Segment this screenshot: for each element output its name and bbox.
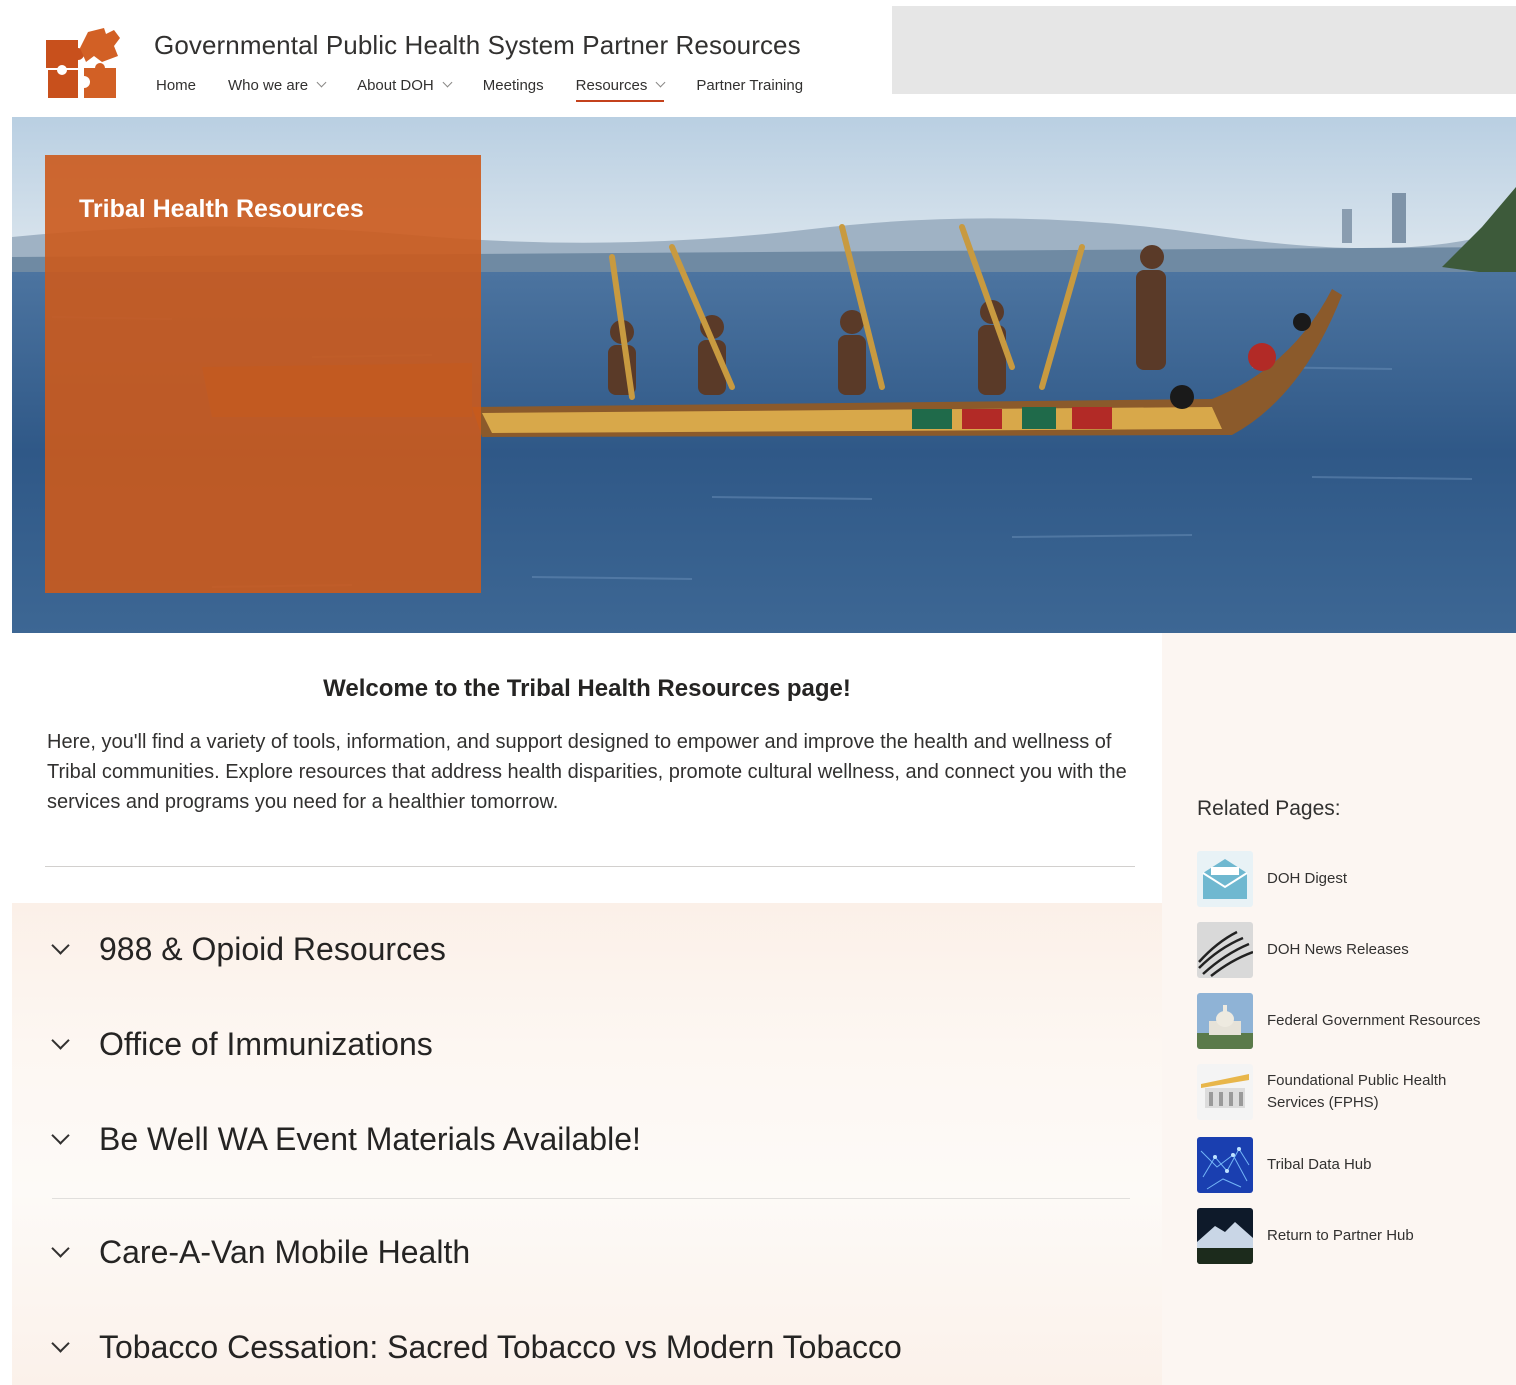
welcome-heading: Welcome to the Tribal Health Resources p… xyxy=(323,675,851,702)
related-link-return-to-partner-hub[interactable]: Return to Partner Hub xyxy=(1197,1208,1507,1264)
nav-item-meetings[interactable]: Meetings xyxy=(483,72,544,98)
related-link-doh-digest[interactable]: DOH Digest xyxy=(1197,851,1507,907)
nav-label: Meetings xyxy=(482,76,544,94)
fphs-building-thumbnail xyxy=(1197,1064,1253,1120)
hero-title-card: Tribal Health Resources xyxy=(45,155,481,593)
related-link-label: Return to Partner Hub xyxy=(1267,1227,1414,1244)
envelope-thumbnail xyxy=(1197,851,1253,907)
accordion-office-of-immunizations[interactable]: Office of Immunizations xyxy=(48,1026,433,1063)
nav-item-home[interactable]: Home xyxy=(156,72,196,98)
header-blank-area xyxy=(892,6,1516,94)
related-link-label: Foundational Public Health Services (FPH… xyxy=(1267,1072,1447,1111)
accordion-label: Be Well WA Event Materials Available! xyxy=(99,1121,641,1157)
nav-label: About DOH xyxy=(357,76,434,94)
nav-label: Home xyxy=(156,76,197,94)
nav-item-resources[interactable]: Resources xyxy=(575,72,666,102)
accordion-label: Care-A-Van Mobile Health xyxy=(99,1234,471,1270)
data-network-thumbnail xyxy=(1197,1137,1253,1193)
nav-label: Partner Training xyxy=(696,76,804,94)
nav-item-about-doh[interactable]: About DOH xyxy=(357,72,453,98)
site-header: Governmental Public Health System Partne… xyxy=(0,0,1516,108)
related-pages-panel: Related Pages: DOH Digest DOH News Relea… xyxy=(1162,633,1516,1385)
nav-item-who-we-are[interactable]: Who we are xyxy=(228,72,327,98)
related-link-label: Federal Government Resources xyxy=(1267,1012,1481,1029)
accordion-tobacco-cessation[interactable]: Tobacco Cessation: Sacred Tobacco vs Mod… xyxy=(48,1329,902,1366)
page-title: Tribal Health Resources xyxy=(79,195,364,223)
related-link-fphs[interactable]: Foundational Public Health Services (FPH… xyxy=(1197,1064,1507,1120)
chevron-down-icon xyxy=(316,77,327,88)
nav-label: Resources xyxy=(575,76,648,94)
related-link-label: DOH Digest xyxy=(1267,870,1348,887)
site-title[interactable]: Governmental Public Health System Partne… xyxy=(154,30,801,61)
chevron-down-icon xyxy=(442,77,453,88)
nav-label: Who we are xyxy=(228,76,309,94)
capitol-thumbnail xyxy=(1197,993,1253,1049)
hero-banner: Tribal Health Resources xyxy=(12,117,1516,633)
main-content: Welcome to the Tribal Health Resources p… xyxy=(12,633,1162,1385)
divider xyxy=(45,866,1135,867)
chevron-down-icon xyxy=(655,77,666,88)
accordion-988-opioid-resources[interactable]: 988 & Opioid Resources xyxy=(48,931,446,968)
divider xyxy=(52,1198,1130,1199)
chevron-down-icon xyxy=(51,1031,70,1050)
chevron-down-icon xyxy=(51,936,70,955)
accordion-label: 988 & Opioid Resources xyxy=(99,931,446,967)
accordion-label: Office of Immunizations xyxy=(99,1026,433,1062)
top-navigation: Home Who we are About DOH Meetings Resou… xyxy=(156,72,835,102)
accordion-be-well-wa[interactable]: Be Well WA Event Materials Available! xyxy=(48,1121,641,1158)
related-link-label: DOH News Releases xyxy=(1267,941,1409,958)
mountain-thumbnail xyxy=(1197,1208,1253,1264)
newspaper-thumbnail xyxy=(1197,922,1253,978)
nav-item-partner-training[interactable]: Partner Training xyxy=(696,72,803,98)
chevron-down-icon xyxy=(51,1126,70,1145)
accordion-care-a-van[interactable]: Care-A-Van Mobile Health xyxy=(48,1234,470,1271)
related-pages-title: Related Pages: xyxy=(1197,797,1341,820)
chevron-down-icon xyxy=(51,1239,70,1258)
intro-paragraph: Here, you'll find a variety of tools, in… xyxy=(47,731,1127,813)
puzzle-pieces-icon[interactable] xyxy=(44,26,122,100)
chevron-down-icon xyxy=(51,1334,70,1353)
related-link-label: Tribal Data Hub xyxy=(1267,1156,1372,1173)
related-link-tribal-data-hub[interactable]: Tribal Data Hub xyxy=(1197,1137,1507,1193)
related-link-federal-government-resources[interactable]: Federal Government Resources xyxy=(1197,993,1507,1049)
related-link-doh-news-releases[interactable]: DOH News Releases xyxy=(1197,922,1507,978)
accordion-label: Tobacco Cessation: Sacred Tobacco vs Mod… xyxy=(99,1329,902,1365)
